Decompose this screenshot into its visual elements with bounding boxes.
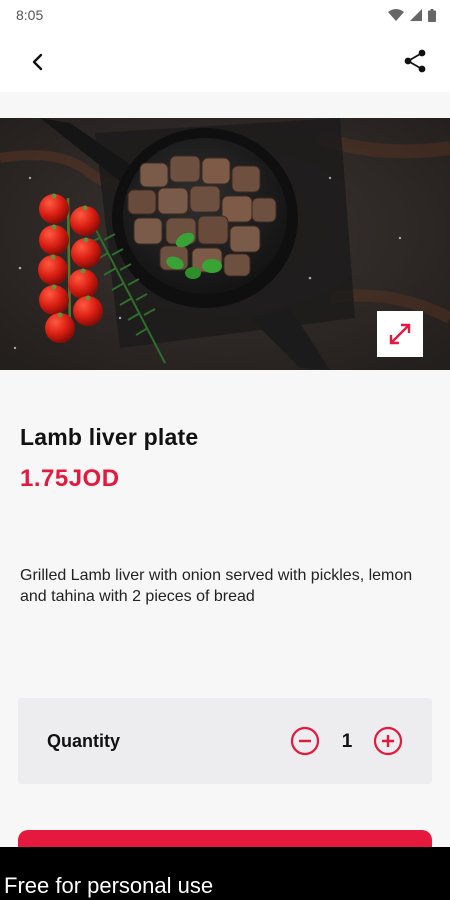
expand-image-button[interactable] <box>377 311 423 357</box>
battery-icon <box>428 8 436 22</box>
app-bar <box>0 30 450 92</box>
wifi-icon <box>388 9 404 21</box>
expand-icon <box>389 323 411 345</box>
quantity-card: Quantity 1 <box>18 698 432 784</box>
product-price: 1.75JOD <box>20 465 120 492</box>
minus-circle-icon[interactable] <box>290 726 320 756</box>
product-title: Lamb liver plate <box>20 424 199 450</box>
cell-signal-icon <box>410 9 422 21</box>
share-icon[interactable] <box>402 48 428 74</box>
product-description: Grilled Lamb liver with onion served wit… <box>20 567 413 605</box>
watermark-banner: Free for personal use <box>0 847 450 900</box>
product-image <box>0 118 450 370</box>
plus-circle-icon[interactable] <box>373 726 403 756</box>
status-icons <box>388 8 436 22</box>
quantity-label: Quantity <box>47 731 121 751</box>
status-time: 8:05 <box>16 7 44 23</box>
back-arrow-icon[interactable] <box>24 48 52 76</box>
status-bar: 8:05 <box>0 0 450 30</box>
quantity-value: 1 <box>341 731 353 752</box>
